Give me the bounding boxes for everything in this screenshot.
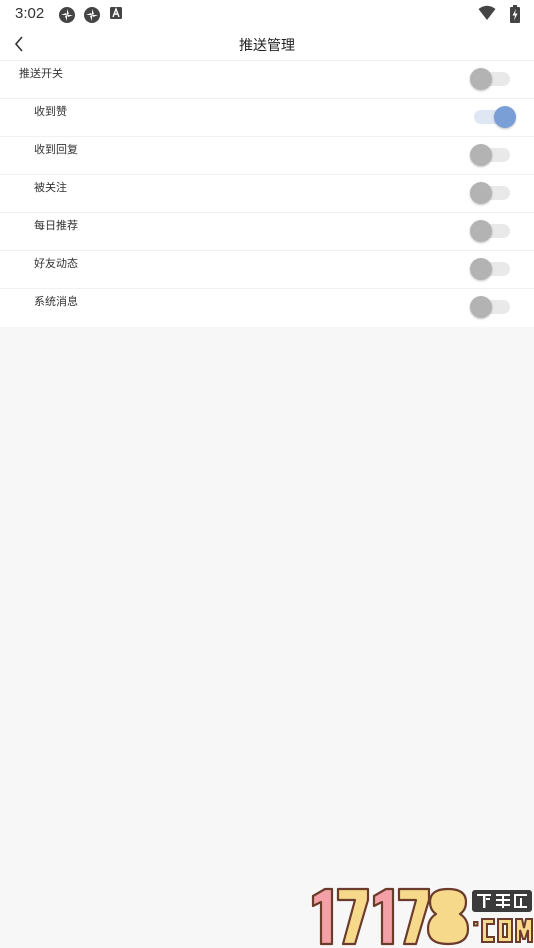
status-time: 3:02 — [15, 5, 45, 22]
settings-list: 推送开关 收到赞 收到回复 被关注 每日推荐 好友动态 系统消息 — [0, 61, 534, 327]
status-bar: 3:02 — [0, 0, 534, 28]
setting-row-replies: 收到回复 — [0, 137, 534, 175]
setting-row-system-messages: 系统消息 — [0, 289, 534, 327]
setting-row-friend-activity: 好友动态 — [0, 251, 534, 289]
setting-row-push-master: 推送开关 — [0, 61, 534, 99]
a-notification-icon — [110, 7, 122, 19]
setting-label: 每日推荐 — [34, 219, 78, 232]
daily-recommend-toggle[interactable] — [470, 220, 510, 242]
system-messages-toggle[interactable] — [470, 296, 510, 318]
setting-label: 好友动态 — [34, 257, 78, 270]
setting-row-followed: 被关注 — [0, 175, 534, 213]
friend-activity-toggle[interactable] — [470, 258, 510, 280]
likes-toggle[interactable] — [474, 106, 516, 128]
setting-row-daily-recommend: 每日推荐 — [0, 213, 534, 251]
followed-toggle[interactable] — [470, 182, 510, 204]
wifi-icon — [478, 5, 496, 20]
watermark-logo — [311, 887, 533, 946]
setting-label: 系统消息 — [34, 295, 78, 308]
setting-label: 推送开关 — [19, 67, 63, 80]
app-notification-icon — [59, 7, 75, 23]
replies-toggle[interactable] — [470, 144, 510, 166]
app-notification-icon — [84, 7, 100, 23]
setting-label: 收到回复 — [34, 143, 78, 156]
setting-row-likes: 收到赞 — [0, 99, 534, 137]
page-title: 推送管理 — [239, 38, 295, 54]
setting-label: 被关注 — [34, 181, 67, 194]
push-master-toggle[interactable] — [470, 68, 510, 90]
battery-charging-icon — [510, 5, 520, 23]
app-bar: 推送管理 — [0, 28, 534, 61]
setting-label: 收到赞 — [34, 105, 67, 118]
